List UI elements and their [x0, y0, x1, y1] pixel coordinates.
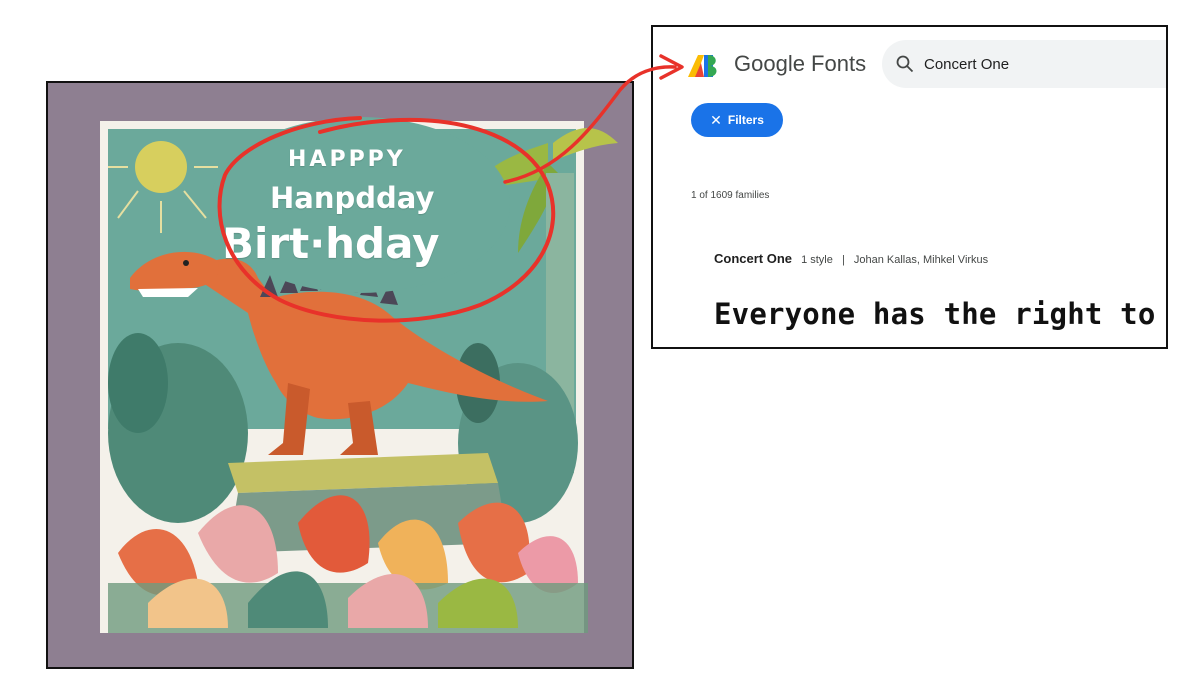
- card-greeting-line-3: Birt·hday: [222, 219, 440, 268]
- filters-button[interactable]: ✕ Filters: [691, 103, 783, 137]
- birthday-card-panel: HAPPPY Hanpdday Birt·hday: [46, 81, 634, 669]
- google-fonts-logo-icon: [688, 55, 717, 77]
- search-input[interactable]: [924, 53, 1164, 75]
- card-greeting-line-1: HAPPPY: [288, 147, 406, 172]
- font-family-name[interactable]: Concert One: [714, 251, 792, 266]
- font-sample-text[interactable]: Everyone has the right to fre: [714, 297, 1166, 331]
- search-icon: [896, 55, 914, 73]
- result-count: 1 of 1609 families: [691, 190, 770, 201]
- separator: |: [841, 254, 845, 266]
- google-fonts-screenshot: Google Fonts ✕ Filters 1 of 1609 familie…: [651, 25, 1168, 349]
- search-bar[interactable]: [882, 40, 1166, 88]
- close-icon: ✕: [710, 111, 722, 128]
- google-fonts-wordmark: Google Fonts: [734, 51, 867, 76]
- font-designers: Johan Kallas, Mihkel Virkus: [853, 254, 989, 266]
- card-greeting-line-2: Hanpdday: [270, 181, 435, 215]
- font-family-row[interactable]: Concert One 1 style | Johan Kallas, Mihk…: [714, 251, 988, 266]
- font-style-count: 1 style: [801, 254, 833, 266]
- filters-button-label: Filters: [727, 113, 764, 127]
